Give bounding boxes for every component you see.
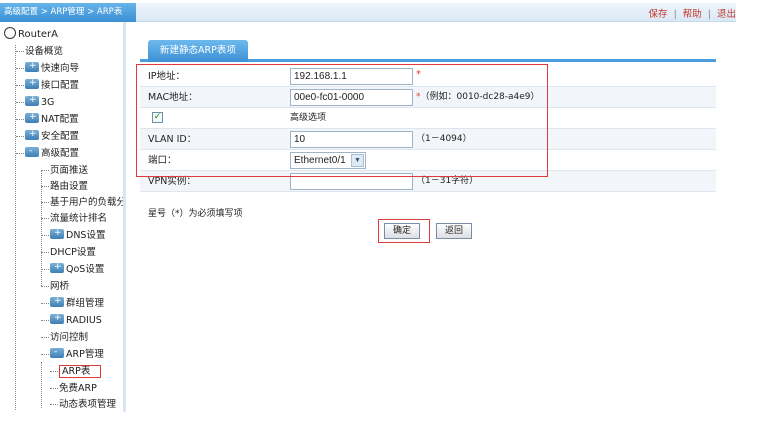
mac-label: MAC地址： <box>148 92 198 103</box>
sidebar-item-radius[interactable]: RADIUS <box>41 310 102 329</box>
port-row: 端口： Ethernet0/1 ▼ <box>140 150 716 171</box>
tab-new-static-arp[interactable]: 新建静态ARP表项 <box>148 40 248 62</box>
mac-row: MAC地址： *（例如：0010-dc28-a4e9） <box>140 87 716 108</box>
folder-icon <box>25 109 39 125</box>
sidebar-item-dhcp[interactable]: DHCP设置 <box>41 245 96 261</box>
vpn-row: VPN实例： （1－31字符） <box>140 171 716 192</box>
sidebar-item-device-overview[interactable]: 设备概览 <box>16 44 63 60</box>
required-mark: * <box>416 69 421 80</box>
tree-root[interactable]: RouterA <box>4 27 58 40</box>
help-link[interactable]: 帮助 <box>683 9 702 20</box>
sidebar-item-user-load-balance[interactable]: 基于用户的负载分 <box>41 195 123 211</box>
folder-icon <box>25 58 39 74</box>
vlan-label: VLAN ID： <box>148 134 197 145</box>
sidebar-item-arp-management[interactable]: ARP管理 <box>41 344 104 363</box>
tab-bar: 新建静态ARP表项 <box>140 36 716 62</box>
folder-icon <box>25 92 39 108</box>
chevron-down-icon[interactable]: ▼ <box>351 154 364 167</box>
folder-open-icon <box>25 143 39 159</box>
arp-form: IP地址： * MAC地址： *（例如：0010-dc28-a4e9） ✓ 高级… <box>136 64 716 243</box>
save-link[interactable]: 保存 <box>649 9 668 20</box>
sidebar-nav: RouterA 设备概览 快速向导 接口配置 3G NAT配置 安全配置 高级配… <box>0 22 126 412</box>
sidebar-item-traffic-ranking[interactable]: 流量统计排名 <box>41 211 107 227</box>
vpn-label: VPN实例： <box>148 176 196 187</box>
folder-icon <box>50 259 64 275</box>
sidebar-item-interface-config[interactable]: 接口配置 <box>16 75 79 94</box>
top-links: 保存 | 帮助 | 退出 <box>649 6 736 20</box>
folder-open-icon <box>50 344 64 360</box>
folder-icon <box>50 225 64 241</box>
advanced-checkbox[interactable]: ✓ <box>152 112 163 123</box>
vpn-input[interactable] <box>290 173 413 190</box>
folder-icon <box>50 310 64 326</box>
sidebar-item-quick-wizard[interactable]: 快速向导 <box>16 58 79 77</box>
advanced-row: ✓ 高级选项 <box>140 108 716 129</box>
sidebar-item-group-management[interactable]: 群组管理 <box>41 293 104 312</box>
header-strip <box>136 3 736 22</box>
breadcrumb: 高级配置 > ARP管理 > ARP表 <box>0 3 136 22</box>
vlan-row: VLAN ID： （1－4094） <box>140 129 716 150</box>
sidebar-item-security-config[interactable]: 安全配置 <box>16 126 79 145</box>
sidebar-item-nat-config[interactable]: NAT配置 <box>16 109 79 128</box>
vpn-hint: （1－31字符） <box>416 176 479 186</box>
vlan-hint: （1－4094） <box>416 134 472 144</box>
advanced-label: 高级选项 <box>290 113 327 123</box>
ok-button[interactable]: 确定 <box>384 223 421 239</box>
sidebar-item-gratuitous-arp[interactable]: 免费ARP <box>50 381 97 397</box>
logout-link[interactable]: 退出 <box>717 9 736 20</box>
tree-subline <box>41 362 42 408</box>
separator: | <box>673 9 677 20</box>
ip-label: IP地址： <box>148 71 186 82</box>
separator: | <box>707 9 711 20</box>
back-button[interactable]: 返回 <box>436 223 473 239</box>
ip-row: IP地址： * <box>140 66 716 87</box>
ip-input[interactable] <box>290 68 413 85</box>
sidebar-item-arp-table[interactable]: ARP表 <box>50 364 102 380</box>
tree-root-label: RouterA <box>18 29 58 40</box>
mac-hint: *（例如：0010-dc28-a4e9） <box>416 92 540 102</box>
sidebar-item-access-control[interactable]: 访问控制 <box>41 330 88 346</box>
sidebar-item-dynamic-entry-management[interactable]: 动态表项管理 <box>50 397 116 412</box>
sidebar-item-dns[interactable]: DNS设置 <box>41 225 105 244</box>
port-label: 端口： <box>148 155 177 166</box>
router-icon <box>4 27 16 39</box>
folder-icon <box>50 293 64 309</box>
sidebar-item-page-push[interactable]: 页面推送 <box>41 163 88 179</box>
sidebar-item-advanced-config[interactable]: 高级配置 <box>16 143 79 162</box>
vlan-input[interactable] <box>290 131 413 148</box>
folder-icon <box>25 126 39 142</box>
required-note: 星号（*）为必须填写项 <box>148 209 243 219</box>
port-select[interactable]: Ethernet0/1 ▼ <box>290 152 366 169</box>
mac-input[interactable] <box>290 89 413 106</box>
sidebar-item-qos[interactable]: QoS设置 <box>41 259 104 278</box>
sidebar-item-routing[interactable]: 路由设置 <box>41 179 88 195</box>
port-select-value: Ethernet0/1 <box>294 155 346 166</box>
folder-icon <box>25 75 39 91</box>
main-panel: 新建静态ARP表项 IP地址： * MAC地址： *（例如：0010-dc28-… <box>136 36 716 243</box>
